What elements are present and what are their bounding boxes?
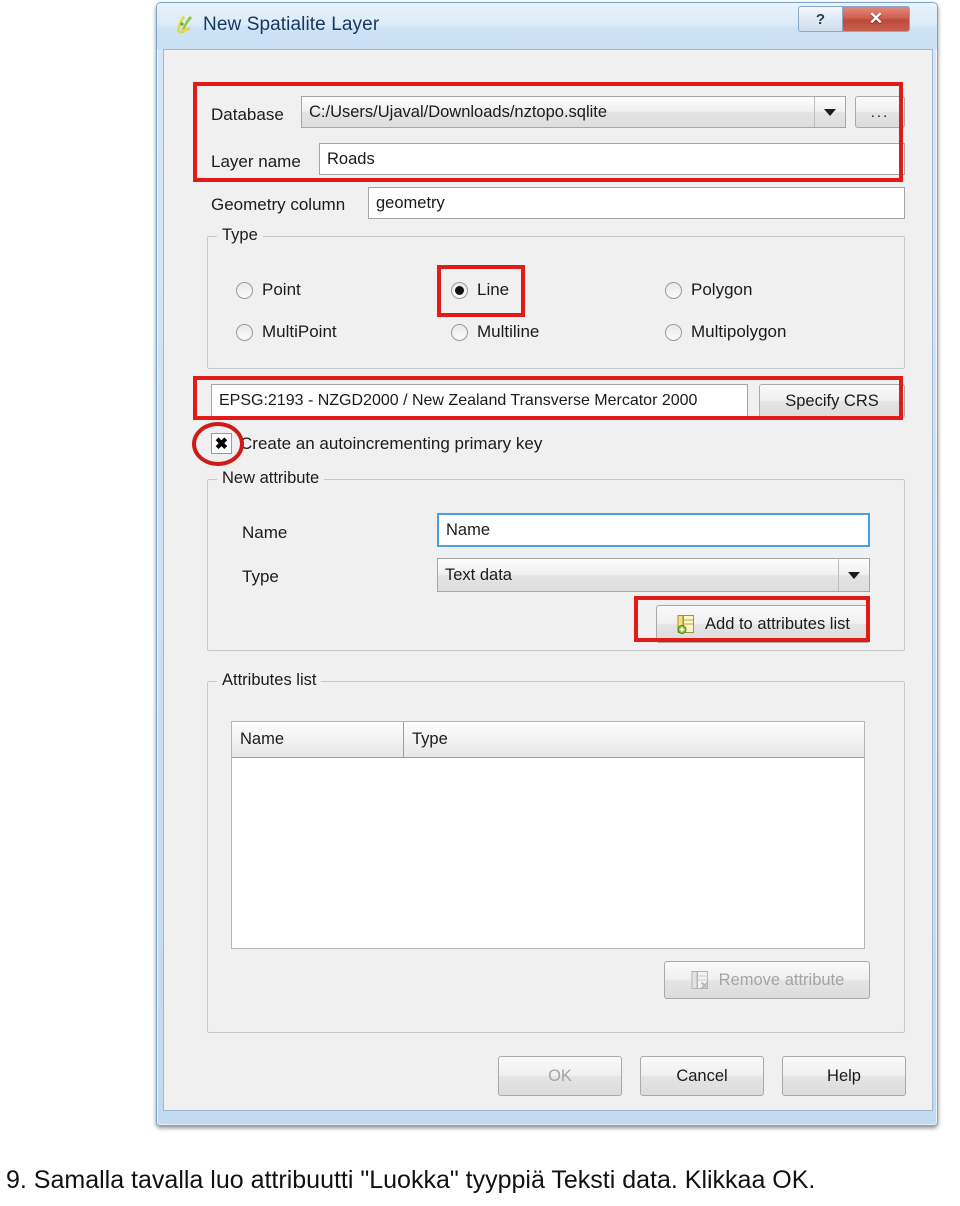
radio-indicator xyxy=(665,281,682,299)
chevron-down-icon[interactable] xyxy=(814,97,845,127)
titlebar-help-button[interactable]: ? xyxy=(798,6,842,32)
caption-text: 9. Samalla tavalla luo attribuutti "Luok… xyxy=(6,1166,816,1194)
radio-label: Line xyxy=(477,280,510,299)
radio-multipoint[interactable]: MultiPoint xyxy=(236,322,337,342)
dialog-client-area: Database C:/Users/Ujaval/Downloads/nztop… xyxy=(163,49,933,1111)
attribute-name-label: Name xyxy=(242,523,288,542)
radio-label: Polygon xyxy=(691,280,753,299)
geometry-column-input[interactable]: geometry xyxy=(368,187,905,219)
radio-label: MultiPoint xyxy=(262,322,337,341)
add-to-list-icon xyxy=(677,615,695,634)
column-header-type[interactable]: Type xyxy=(404,722,864,758)
new-attribute-group-title: New attribute xyxy=(217,469,325,488)
cancel-button[interactable]: Cancel xyxy=(640,1056,764,1096)
close-icon: ✕ xyxy=(868,9,884,28)
radio-indicator xyxy=(236,281,253,299)
qgis-layer-icon xyxy=(177,16,192,34)
attribute-name-input[interactable]: Name xyxy=(437,513,870,547)
geometry-type-group-title: Type xyxy=(217,226,263,245)
geometry-type-group: Type xyxy=(207,226,905,369)
add-to-attributes-list-button[interactable]: Add to attributes list xyxy=(656,605,870,643)
attribute-type-combobox[interactable]: Text data xyxy=(437,558,870,592)
radio-multiline[interactable]: Multiline xyxy=(451,322,539,342)
attribute-type-label: Type xyxy=(242,567,279,586)
radio-label: Point xyxy=(262,280,301,299)
column-header-name[interactable]: Name xyxy=(232,722,404,758)
remove-attribute-button[interactable]: Remove attribute xyxy=(664,961,870,999)
titlebar-close-button[interactable]: ✕ xyxy=(842,6,910,32)
checkbox-indicator[interactable]: ✖ xyxy=(211,433,232,454)
radio-polygon[interactable]: Polygon xyxy=(665,280,752,300)
primary-key-label: Create an autoincrementing primary key xyxy=(240,433,543,453)
chevron-down-icon[interactable] xyxy=(838,559,869,591)
database-label: Database xyxy=(211,105,284,124)
radio-label: Multipolygon xyxy=(691,322,787,341)
radio-indicator xyxy=(451,281,468,299)
radio-indicator xyxy=(665,323,682,341)
attributes-list-group-title: Attributes list xyxy=(217,671,322,690)
question-mark-icon: ? xyxy=(815,10,826,28)
attributes-table[interactable]: Name Type xyxy=(231,721,865,949)
window-title: New Spatialite Layer xyxy=(203,14,380,35)
title-bar[interactable]: New Spatialite Layer ? ✕ xyxy=(157,3,937,49)
database-value: C:/Users/Ujaval/Downloads/nztopo.sqlite xyxy=(309,102,608,121)
geometry-column-label: Geometry column xyxy=(211,195,346,214)
specify-crs-button[interactable]: Specify CRS xyxy=(759,384,905,418)
database-combobox[interactable]: C:/Users/Ujaval/Downloads/nztopo.sqlite xyxy=(301,96,846,128)
remove-attribute-icon xyxy=(691,971,708,990)
radio-indicator xyxy=(451,323,468,341)
attributes-table-header: Name Type xyxy=(232,722,864,758)
radio-multipolygon[interactable]: Multipolygon xyxy=(665,322,786,342)
add-to-attributes-list-label: Add to attributes list xyxy=(705,614,850,633)
radio-indicator xyxy=(236,323,253,341)
ok-button[interactable]: OK xyxy=(498,1056,622,1096)
help-button[interactable]: Help xyxy=(782,1056,906,1096)
attribute-type-value: Text data xyxy=(445,565,512,584)
radio-label: Multiline xyxy=(477,322,540,341)
layer-name-input[interactable]: Roads xyxy=(319,143,905,175)
browse-database-button[interactable]: ... xyxy=(855,96,905,128)
radio-point[interactable]: Point xyxy=(236,280,301,300)
crs-display-field[interactable]: EPSG:2193 - NZGD2000 / New Zealand Trans… xyxy=(211,384,748,418)
primary-key-checkbox-row[interactable]: ✖ Create an autoincrementing primary key xyxy=(211,433,542,454)
dialog-window: New Spatialite Layer ? ✕ Database C:/Use… xyxy=(156,2,938,1126)
layer-name-label: Layer name xyxy=(211,152,301,171)
remove-attribute-label: Remove attribute xyxy=(718,970,845,989)
radio-line[interactable]: Line xyxy=(451,280,509,300)
